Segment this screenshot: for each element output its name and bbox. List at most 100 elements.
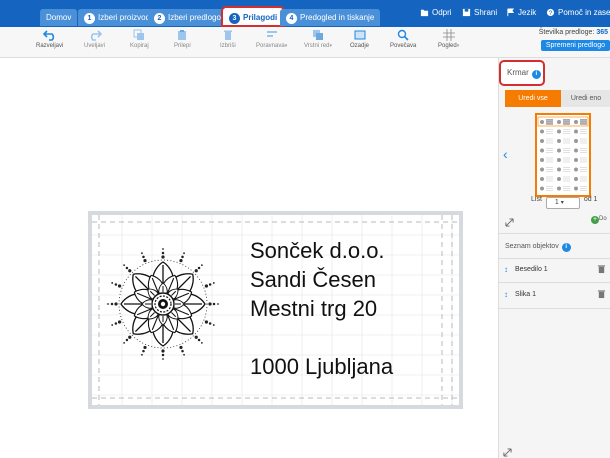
template-number-label: Številka predloge: [538,29,595,36]
undo-icon [42,30,54,41]
trash-icon[interactable] [597,289,606,299]
sheet-thumbnail-grid [537,116,589,191]
undo-label: Razveljavi [36,43,64,49]
address-company[interactable]: Sonček d.o.o. [250,240,385,262]
redo-button[interactable]: Uveljavi [84,29,105,49]
paste-label: Prilepi [174,43,191,49]
language-label: Jezik [518,8,537,17]
tab-choose-template[interactable]: 2 Izberi predlogo [148,9,227,26]
copy-icon [133,29,145,40]
tab-customize[interactable]: 3 Prilagodi [221,6,286,27]
background-icon [354,30,365,40]
change-template-button[interactable]: Spremeni predlogo [540,40,610,51]
top-navigation-bar: Domov 1 Izberi proizvod 2 Izberi predlogo … [0,0,610,27]
view-label: Pogled [438,43,457,49]
tab-preview-print[interactable]: 4 Predogled in tiskanje [280,9,381,26]
trash-icon [223,30,232,40]
zoom-button[interactable]: Povečava [390,29,416,49]
sheet-select-value: 1 [554,199,559,206]
help-privacy-label: Pomoč in zasebnost [558,8,610,17]
object-list-title: Seznam objektov i [505,243,571,252]
tab-preview-print-label: Predogled in tiskanje [300,13,375,22]
list-item[interactable]: ↕ Besedilo 1 [499,259,610,281]
help-privacy-button[interactable]: ? Pomoč in zasebnost [546,8,610,17]
divider [499,233,610,234]
chevron-down-icon: ▾ [329,43,332,49]
flag-icon [507,8,515,17]
object-list-label: Seznam objektov [505,243,559,250]
label-design-area[interactable]: Sonček d.o.o. Sandi Česen Mestni trg 20 … [92,215,459,405]
step-number-1: 1 [84,13,95,24]
drag-handle-icon[interactable]: ↕ [504,290,508,299]
chevron-left-icon[interactable]: ‹ [503,146,508,162]
mandala-image[interactable] [104,245,222,363]
save-icon [462,8,471,17]
divider [499,308,610,309]
sheet-thumbnail[interactable] [535,113,591,197]
redo-icon [90,30,102,41]
object-name: Slika 1 [515,291,537,298]
save-label: Shrani [474,8,498,17]
tab-edit-all[interactable]: Uredi vse [505,90,561,107]
delete-label: Izbriši [220,43,236,49]
background-button[interactable]: Ozadje [350,29,369,49]
folder-icon [420,9,429,17]
sheet-total: od 1 [583,196,598,203]
redo-label: Uveljavi [84,43,106,49]
save-button[interactable]: Shrani [462,8,497,17]
svg-text:?: ? [549,10,553,17]
tab-edit-one[interactable]: Uredi eno [561,90,610,107]
language-button[interactable]: Jezik [506,8,536,17]
help-icon: ? [546,8,555,17]
label-frame: Sonček d.o.o. Sandi Česen Mestni trg 20 … [88,211,463,409]
trash-icon[interactable] [597,264,606,274]
tab-home[interactable]: Domov [40,9,78,26]
step-number-2: 2 [154,13,165,24]
address-name[interactable]: Sandi Česen [250,269,376,291]
layers-icon [312,30,323,40]
sheet-pager: List 1 ▾ od 1 [531,196,597,209]
chevron-down-icon: ▾ [456,43,460,49]
info-icon[interactable]: i [531,70,541,79]
tab-choose-template-label: Izberi predlogo [168,13,221,22]
sheet-select[interactable]: 1 ▾ [545,197,580,209]
template-number-value: 365 [596,29,608,36]
paste-icon [178,30,187,40]
delete-button[interactable]: Izbriši [220,29,236,49]
drag-handle-icon[interactable]: ↕ [504,265,508,274]
open-label: Odpri [432,8,452,17]
edit-mode-tabs: Uredi vse Uredi eno [505,90,610,107]
sheet-label: List [531,196,542,203]
zoom-label: Povečava [390,43,417,49]
align-dropdown[interactable]: Poravnava▾ [256,29,287,49]
order-label: Vrstni red [304,43,330,49]
divider [499,282,610,283]
tab-choose-product[interactable]: 1 Izberi proizvod [78,9,157,26]
open-button[interactable]: Odpri [420,8,452,17]
list-item[interactable]: ↕ Slika 1 [499,284,610,306]
navigator-label: Krmar [507,68,529,77]
navigator-title: Krmar i [507,68,541,79]
view-dropdown[interactable]: Pogled▾ [438,29,459,49]
copy-button[interactable]: Kopiraj [130,29,149,49]
copy-label: Kopiraj [130,43,149,49]
address-street[interactable]: Mestni trg 20 [250,298,377,320]
address-city[interactable]: 1000 Ljubljana [250,356,393,378]
paste-button[interactable]: Prilepi [174,29,191,49]
add-label: Do [599,216,607,222]
add-icon: + [591,216,599,224]
chevron-down-icon: ▾ [284,43,288,49]
toolbar: Razveljavi Uveljavi Kopiraj Prilepi Izbr… [0,27,610,58]
object-name: Besedilo 1 [515,266,548,273]
order-dropdown[interactable]: Vrstni red▾ [304,29,332,49]
template-number: Številka predloge: 365 [539,29,608,36]
expand-icon[interactable] [505,218,514,227]
add-object-button[interactable]: + Do [591,216,607,224]
grid-icon [442,29,455,41]
tab-choose-product-label: Izberi proizvod [98,13,151,22]
right-panel: Krmar i Uredi vse Uredi eno ‹ List 1 ▾ od… [498,58,610,458]
expand-icon[interactable] [503,448,512,457]
step-number-3: 3 [229,13,240,24]
info-icon[interactable]: i [561,243,571,252]
undo-button[interactable]: Razveljavi [36,29,63,49]
